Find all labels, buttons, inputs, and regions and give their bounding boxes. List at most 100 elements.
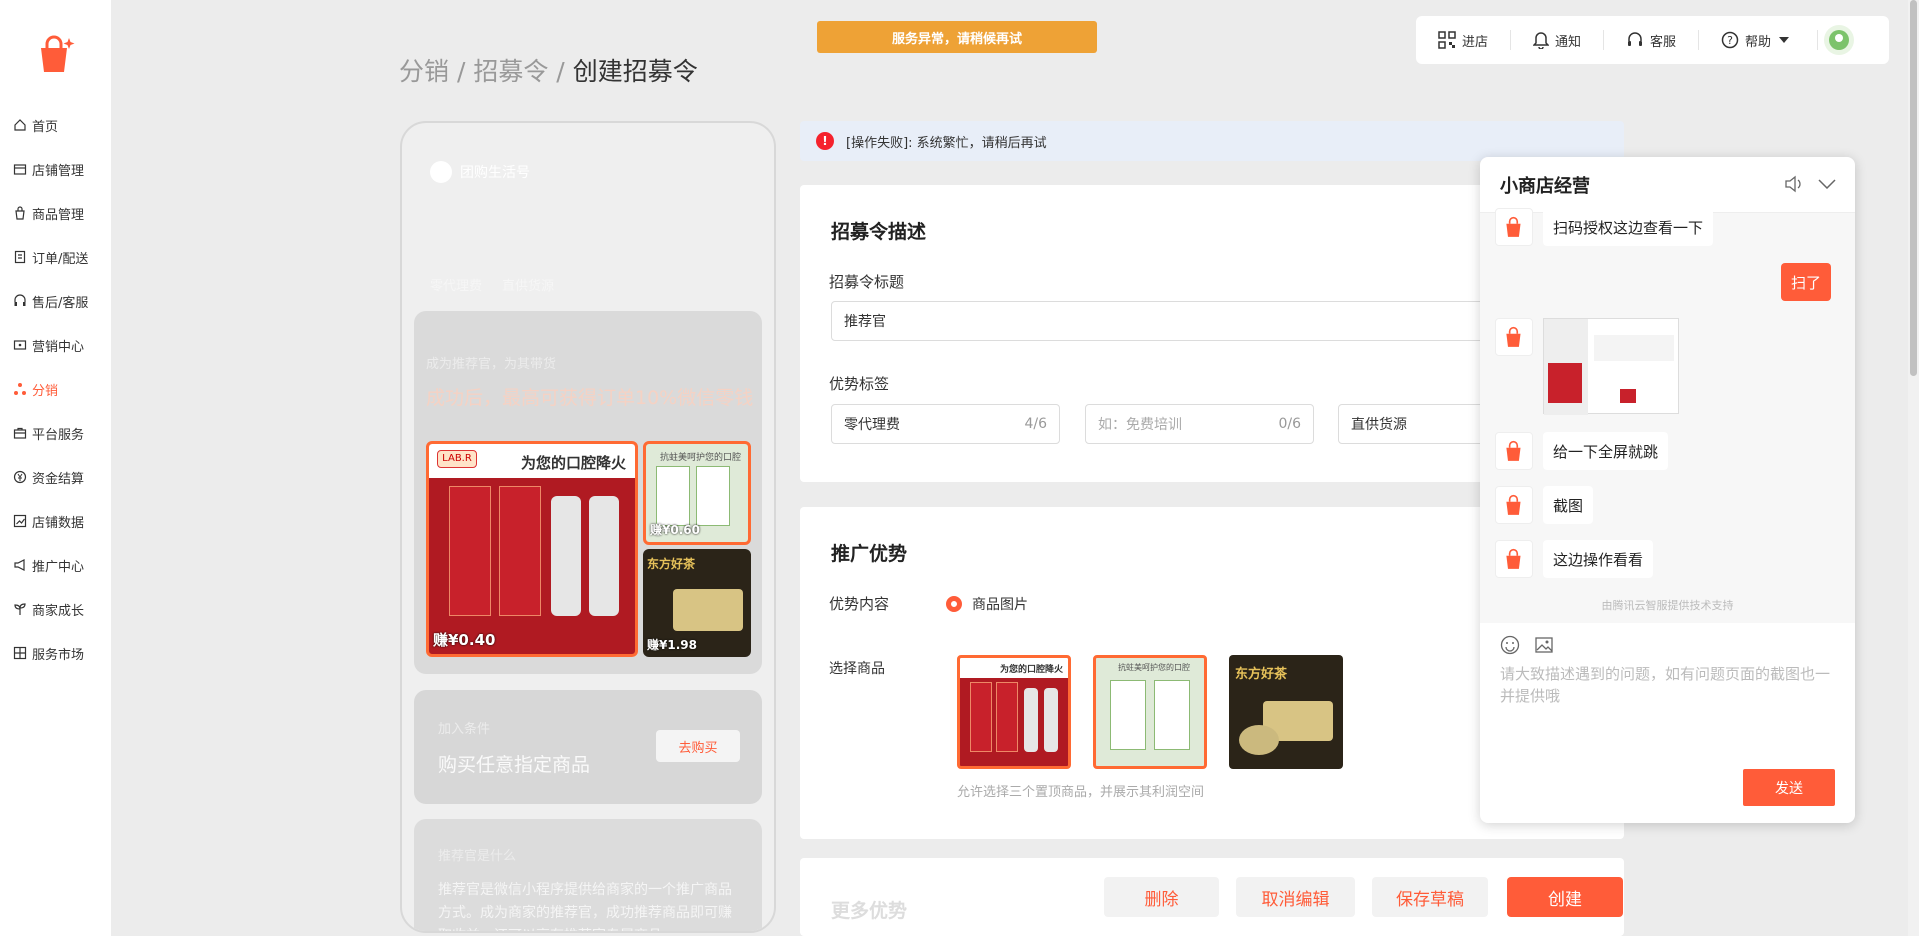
thumb-title: 东方好茶 [1235, 667, 1288, 682]
emoji-icon[interactable] [1500, 635, 1520, 655]
enter-store-label: 进店 [1462, 34, 1489, 50]
chat-title: 小商店经营 [1500, 175, 1590, 197]
chevron-down-icon[interactable] [1818, 179, 1836, 189]
chat-header: 小商店经营 [1480, 157, 1855, 213]
sidebar-item[interactable]: 商品管理 [13, 203, 84, 223]
tea-box [673, 589, 743, 631]
sidebar-item[interactable]: 首页 [13, 115, 58, 135]
speaker-icon[interactable] [1784, 175, 1804, 193]
screenshot-product [1620, 389, 1636, 403]
sidebar-item[interactable]: 服务市场 [13, 643, 84, 663]
breadcrumb: 分销 / 招募令 / 创建招募令 [399, 52, 698, 88]
sidebar-item[interactable]: 店铺数据 [13, 511, 84, 531]
selected-product-1[interactable]: 为您的口腔降火 [957, 655, 1071, 769]
service-label: 客服 [1650, 34, 1677, 50]
tag-input-1[interactable]: 零代理费 4/6 [831, 404, 1060, 444]
breadcrumb-separator: / [548, 57, 573, 86]
join-value: 购买任意指定商品 [438, 754, 591, 776]
preview-tags: 零代理费 直供货源 [430, 275, 574, 294]
preview-recruit-card: 成为推荐官，为其带货 成功后，最高可获得订单10%微信零钱 为您的口腔降火 LA… [414, 311, 762, 674]
chat-avatar-icon [1495, 486, 1533, 524]
product-title: 东方好茶 [647, 557, 696, 571]
sidebar-item[interactable]: 售后/客服 [13, 291, 88, 311]
chat-message: 这边操作看看 [1495, 540, 1654, 578]
sidebar-item[interactable]: 订单/配送 [13, 247, 88, 267]
avatar[interactable] [1824, 25, 1855, 55]
toothpaste-box [1154, 680, 1190, 750]
breadcrumb-recruit[interactable]: 招募令 [473, 57, 548, 86]
svg-text:?: ? [1727, 34, 1733, 47]
preview-card-subtitle: 成为推荐官，为其带货 [426, 357, 557, 372]
selected-product-2[interactable]: 抗蛀美呵护您的口腔 [1093, 655, 1207, 769]
chat-message: 扫码授权这边查看一下 [1495, 208, 1714, 246]
screenshot-product [1548, 363, 1582, 403]
tag-value: 零代理费 [844, 417, 900, 433]
avatar-logo-icon [1829, 30, 1850, 50]
sidebar-item-label: 首页 [32, 119, 59, 135]
scrollbar-thumb[interactable] [1910, 0, 1917, 376]
cancel-edit-button[interactable]: 取消编辑 [1236, 877, 1355, 917]
chat-input[interactable]: 请大致描述遇到的问题，如有问题页面的截图也一并提供哦 [1500, 663, 1835, 707]
send-button[interactable]: 发送 [1743, 769, 1835, 806]
tag-input-2[interactable]: 如：免费培训 0/6 [1085, 404, 1314, 444]
sidebar-item-label: 平台服务 [32, 427, 85, 443]
preview-buy-button[interactable]: 去购买 [656, 730, 740, 762]
preview-product-main: 为您的口腔降火 LAB.R 赚¥0.40 [426, 441, 638, 657]
order-icon [14, 250, 26, 264]
sidebar-item-label: 商品管理 [32, 207, 85, 223]
sidebar-item[interactable]: 分销 [13, 379, 58, 399]
save-draft-button[interactable]: 保存草稿 [1372, 877, 1488, 917]
join-title: 加入条件 [438, 722, 491, 737]
sidebar-item[interactable]: 店铺管理 [13, 159, 84, 179]
product-earn: 赚¥0.60 [650, 523, 700, 537]
coupon-icon [13, 340, 27, 350]
chat-bubble: 扫码授权这边查看一下 [1543, 208, 1714, 246]
headset-icon [14, 294, 26, 306]
enter-store-button[interactable]: 进店 [1416, 30, 1512, 50]
delete-button[interactable]: 删除 [1104, 877, 1219, 917]
thumb-title: 为您的口腔降火 [1000, 665, 1064, 675]
chat-avatar-icon [1495, 208, 1533, 246]
page-scrollbar[interactable] [1908, 0, 1919, 936]
select-product-label: 选择商品 [829, 661, 885, 677]
section-title: 推广优势 [831, 543, 908, 565]
preview-product-2: 抗蛀美呵护您的口腔 赚¥0.60 [643, 441, 751, 545]
notify-label: 通知 [1555, 34, 1582, 50]
create-button[interactable]: 创建 [1507, 877, 1623, 917]
sidebar-item[interactable]: 资金结算 [13, 467, 84, 487]
image-icon[interactable] [1534, 635, 1554, 655]
radio-product-image[interactable]: 商品图片 [946, 594, 1028, 614]
sidebar-item[interactable]: 推广中心 [13, 555, 84, 575]
breadcrumb-distribution[interactable]: 分销 [399, 57, 449, 86]
sprout-icon [14, 603, 26, 615]
selected-product-3[interactable]: 东方好茶 [1229, 655, 1343, 769]
store-icon [13, 164, 27, 175]
megaphone-icon [14, 559, 25, 571]
bell-icon [1533, 32, 1550, 49]
help-label: 帮助 [1745, 34, 1772, 50]
sidebar-item[interactable]: 营销中心 [13, 335, 84, 355]
toothpaste-tube [1024, 688, 1038, 752]
sidebar-item-label: 资金结算 [32, 471, 85, 487]
shop-avatar [430, 161, 452, 183]
sidebar-item[interactable]: 商家成长 [13, 599, 84, 619]
preview-tag: 零代理费 [430, 279, 483, 294]
sidebar-item-label: 店铺管理 [32, 163, 85, 179]
share-icon [14, 383, 26, 395]
grid-icon [13, 646, 27, 660]
shop-logo-icon[interactable] [33, 32, 77, 76]
preview-card-headline: 成功后，最高可获得订单10%微信零钱 [426, 387, 754, 409]
briefcase-icon [13, 427, 27, 439]
notify-button[interactable]: 通知 [1511, 30, 1605, 50]
tag-count: 0/6 [1278, 416, 1301, 432]
customer-service-button[interactable]: 客服 [1604, 30, 1700, 50]
tea-bowl [1239, 725, 1279, 755]
chat-screenshot-image[interactable] [1543, 318, 1679, 415]
sidebar-item-label: 推广中心 [32, 559, 85, 575]
shop-name-text: 团购生活号 [460, 165, 530, 181]
chat-messages: 扫码授权这边查看一下 扫了 给一下全屏就跳 截图 这边操作看看 [1480, 208, 1855, 623]
toothpaste-box [1110, 680, 1146, 750]
help-dropdown[interactable]: ? 帮助 [1699, 30, 1819, 50]
sidebar-item[interactable]: 平台服务 [13, 423, 84, 443]
qrcode-icon [1438, 31, 1456, 49]
